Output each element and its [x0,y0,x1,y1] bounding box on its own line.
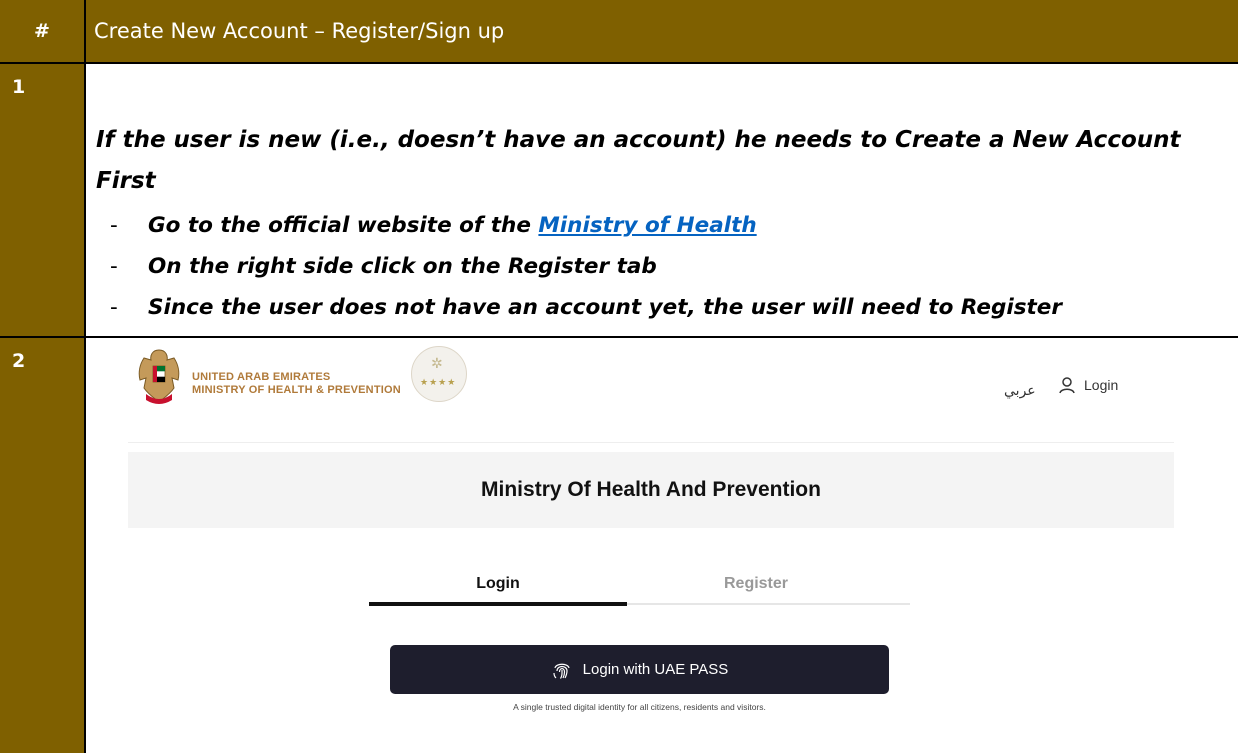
header-login-label: Login [1084,377,1119,393]
table-title: Create New Account – Register/Sign up [94,19,505,43]
bullet-1-text: Go to the official website of the [148,213,539,238]
ministry-of-health-link[interactable]: Ministry of Health [538,213,756,238]
ministry-name: UNITED ARAB EMIRATES MINISTRY OF HEALTH … [192,371,401,397]
moh-login-screenshot: UNITED ARAB EMIRATES MINISTRY OF HEALTH … [86,338,1236,753]
bullet-3-text: Since the user does not have an account … [148,295,1062,320]
uae-pass-label: Login with UAE PASS [582,661,729,678]
org-line-1: UNITED ARAB EMIRATES [192,371,331,383]
bullet-marker: - [110,254,118,279]
bullet-2-text: On the right side click on the Register … [148,254,657,279]
bullet-item-1: - Go to the official website of the Mini… [96,205,1226,246]
org-line-2: MINISTRY OF HEALTH & PREVENTION [192,384,401,396]
banner-title: Ministry Of Health And Prevention [481,478,821,501]
row-divider-1 [0,62,1238,64]
tab-login[interactable]: Login [369,575,627,593]
uae-emblem-icon [138,349,180,404]
number-column [0,62,84,753]
bullet-item-3: - Since the user does not have an accoun… [96,287,1226,328]
active-tab-indicator [369,602,627,606]
header-number: # [34,20,50,42]
header-title-cell: Create New Account – Register/Sign up [84,0,1238,62]
bullet-marker: - [110,213,118,238]
header-divider [128,442,1174,443]
header-login-link[interactable]: Login [1058,376,1118,394]
fingerprint-icon [553,663,570,679]
step1-bullets: - Go to the official website of the Mini… [96,205,1226,328]
header-number-cell: # [0,0,84,62]
user-icon [1059,377,1075,394]
bullet-item-2: - On the right side click on the Registe… [96,246,1226,287]
row-number-1: 1 [12,76,26,98]
instruction-table: # Create New Account – Register/Sign up … [0,0,1238,753]
uae-pass-login-button[interactable]: Login with UAE PASS [390,645,889,694]
tab-track [627,603,910,605]
star-rating-badge-icon: ✲ ★★★★ [411,346,467,402]
language-toggle[interactable]: عربي [1004,382,1036,399]
row-number-2: 2 [12,350,26,372]
page-banner: Ministry Of Health And Prevention [128,452,1174,528]
step1-intro: If the user is new (i.e., doesn’t have a… [96,127,1181,194]
uae-pass-tagline: A single trusted digital identity for al… [513,702,766,712]
tab-register[interactable]: Register [627,575,885,593]
bullet-marker: - [110,295,118,320]
